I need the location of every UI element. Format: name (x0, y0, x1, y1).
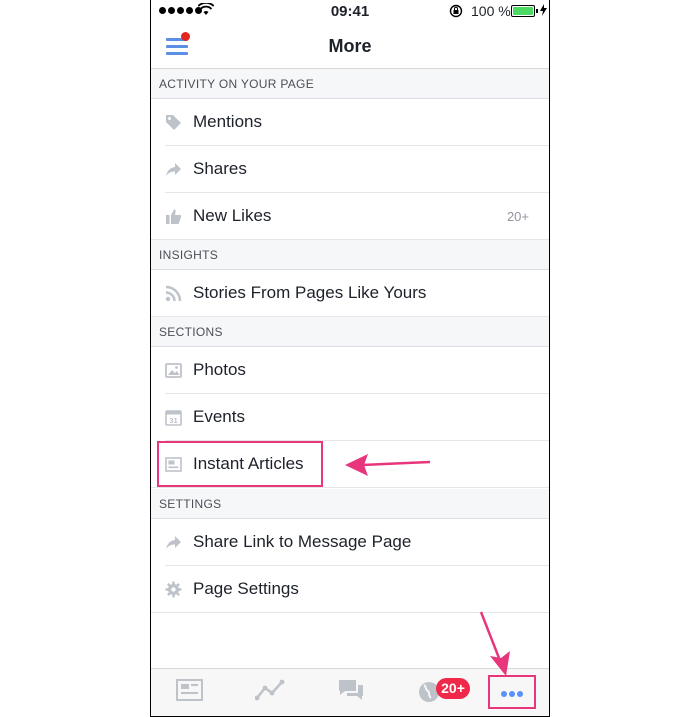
list-item-label: Stories From Pages Like Yours (193, 283, 427, 302)
list-item-page-settings[interactable]: Page Settings (151, 566, 549, 613)
thumbs-up-icon (166, 209, 182, 224)
section-header-settings: SETTINGS (151, 489, 549, 519)
section-header-sections: SECTIONS (151, 317, 549, 347)
navigation-bar: More (151, 22, 549, 69)
pointer-arrow-down-icon (479, 611, 510, 676)
messages-icon[interactable] (337, 679, 365, 702)
charging-bolt-icon (540, 4, 547, 16)
new-likes-count: 20+ (506, 209, 529, 224)
calendar-icon: 31 (165, 410, 182, 426)
status-bar: 09:41 100 % (151, 0, 549, 22)
instant-articles-highlight (157, 441, 323, 487)
calendar-day-text: 31 (169, 416, 177, 425)
section-header-insights: INSIGHTS (151, 240, 549, 270)
feed-icon[interactable] (176, 679, 203, 701)
rss-icon (165, 285, 182, 302)
gear-icon (165, 581, 182, 598)
insights-chart-icon[interactable] (255, 679, 285, 701)
list-item-stories-from-pages[interactable]: Stories From Pages Like Yours (151, 270, 549, 317)
page-title: More (328, 36, 372, 56)
list-item-label: Page Settings (193, 579, 299, 598)
photo-icon (165, 363, 182, 378)
tag-icon (166, 115, 181, 130)
list-item-label: Shares (193, 159, 247, 178)
list-item-label: New Likes (193, 206, 272, 225)
section-header-activity: ACTIVITY ON YOUR PAGE (151, 69, 549, 99)
list-item-label: Share Link to Message Page (193, 532, 412, 551)
list-item-shares[interactable]: Shares (151, 146, 549, 193)
notifications-badge: 20+ (436, 678, 470, 699)
more-tab-button[interactable] (488, 675, 536, 709)
list-item-events[interactable]: 31 Events (151, 394, 549, 441)
list-item-photos[interactable]: Photos (151, 347, 549, 394)
share-arrow-icon (166, 536, 181, 549)
list-item-mentions[interactable]: Mentions (151, 99, 549, 146)
list-item-label: Events (193, 407, 245, 426)
share-arrow-icon (166, 163, 181, 176)
rotation-lock-icon (449, 4, 463, 18)
pointer-arrow-left-icon (345, 454, 431, 476)
list-item-share-link[interactable]: Share Link to Message Page (151, 519, 549, 566)
list-item-label: Mentions (193, 112, 262, 131)
battery-percentage: 100 % (471, 3, 511, 19)
list-item-new-likes[interactable]: New Likes 20+ (151, 193, 549, 240)
list-item-label: Photos (193, 360, 246, 379)
battery-icon (511, 5, 535, 17)
